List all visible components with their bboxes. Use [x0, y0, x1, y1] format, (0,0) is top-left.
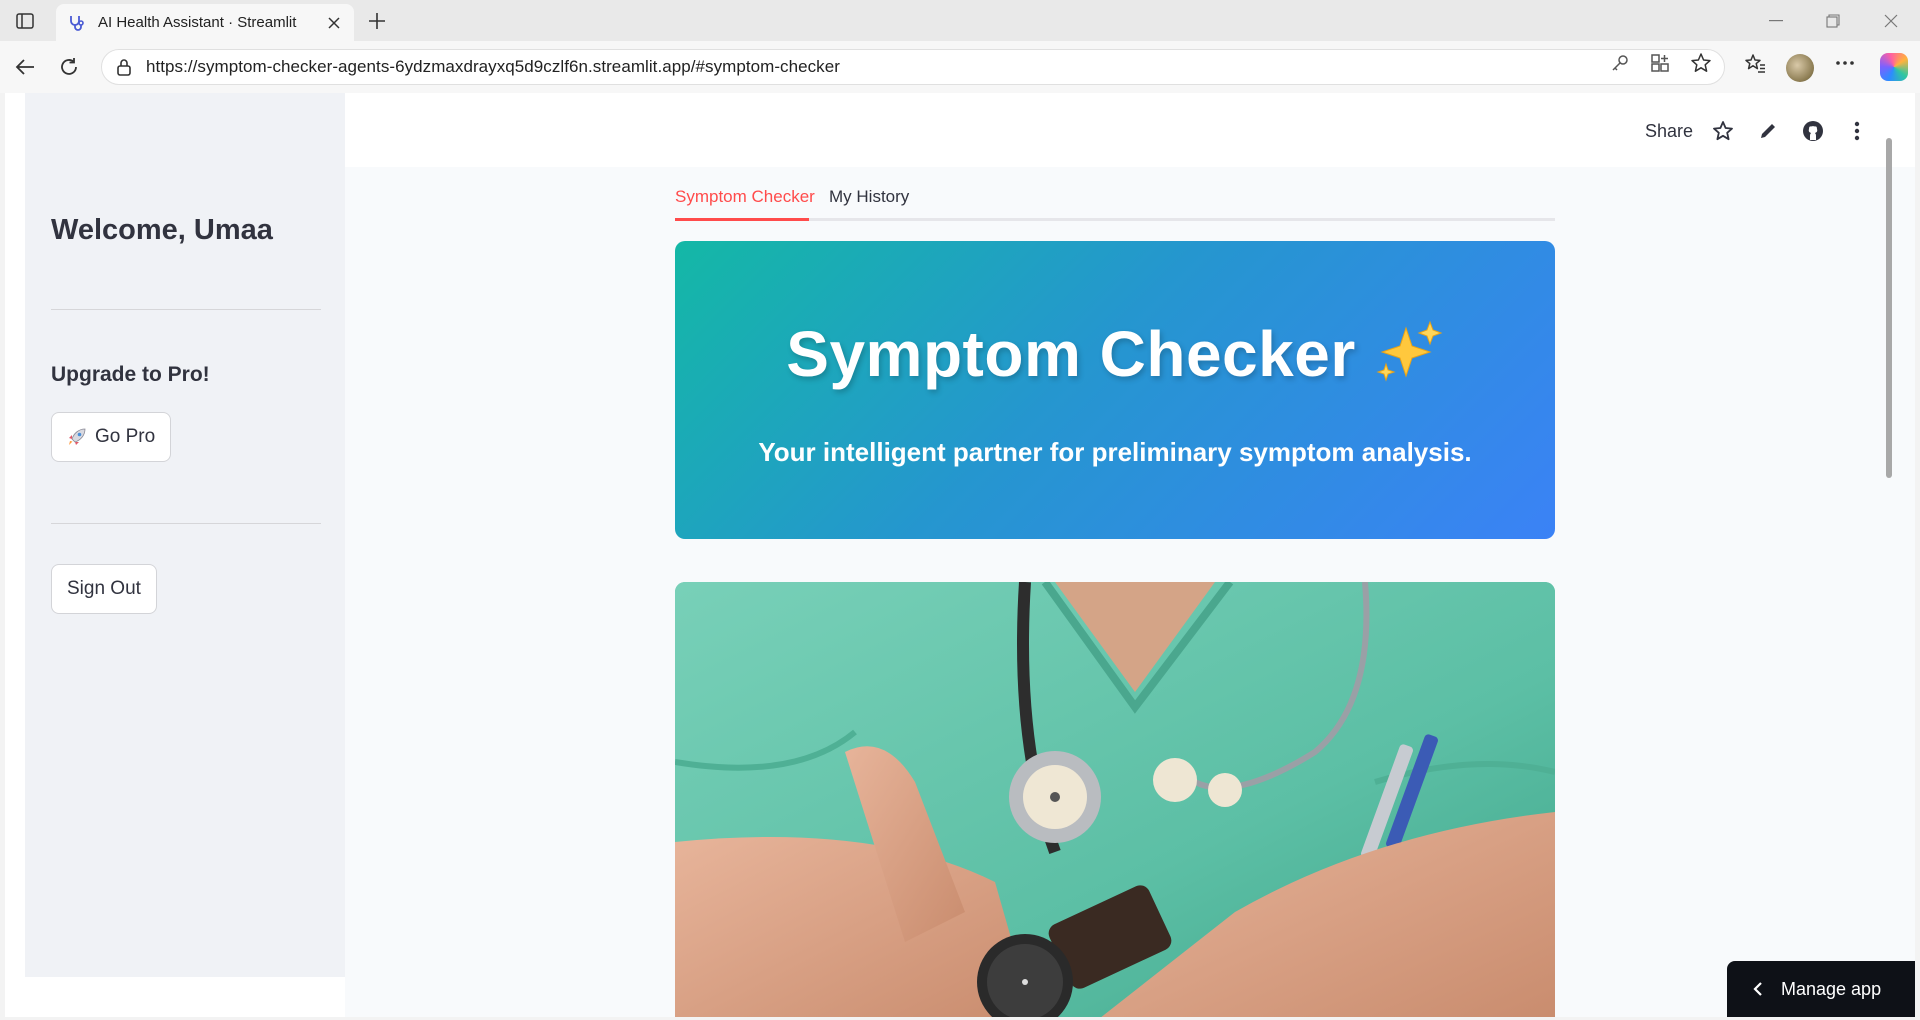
tab-my-history[interactable]: My History: [829, 187, 909, 207]
upgrade-heading: Upgrade to Pro!: [51, 363, 210, 386]
password-key-icon[interactable]: [1607, 50, 1633, 76]
main-menu-kebab-icon[interactable]: [1845, 119, 1869, 143]
tab-symptom-checker[interactable]: Symptom Checker: [675, 187, 815, 207]
site-info-lock-icon[interactable]: [114, 57, 134, 77]
close-tab-icon[interactable]: [324, 13, 344, 33]
sign-out-button[interactable]: Sign Out: [51, 564, 157, 614]
address-bar[interactable]: https://symptom-checker-agents-6ydzmaxdr…: [101, 49, 1725, 85]
edit-pencil-icon[interactable]: [1756, 119, 1780, 143]
apps-grid-icon[interactable]: [1647, 50, 1673, 76]
welcome-heading: Welcome, Umaa: [51, 214, 273, 246]
favorites-list-icon[interactable]: [1742, 50, 1768, 76]
sparkles-icon: [1374, 320, 1444, 399]
hero-banner: Symptom Checker Your intelligent partner…: [675, 241, 1555, 539]
minimize-window-icon[interactable]: [1762, 8, 1790, 34]
sidebar: Welcome, Umaa Upgrade to Pro! Go Pro Sig…: [25, 93, 345, 977]
close-window-icon[interactable]: [1877, 8, 1905, 34]
sign-out-label: Sign Out: [67, 578, 141, 599]
tab-bar: Symptom Checker My History: [675, 181, 1555, 221]
share-button[interactable]: Share: [1645, 121, 1693, 142]
sidebar-divider: [51, 523, 321, 524]
active-tab-indicator: [675, 218, 809, 221]
more-options-icon[interactable]: [1832, 50, 1858, 76]
app-toolbar: Share: [345, 93, 1915, 167]
back-arrow-icon[interactable]: [12, 54, 38, 80]
tab-title: AI Health Assistant · Streamlit: [98, 14, 297, 31]
go-pro-button[interactable]: Go Pro: [51, 412, 172, 462]
profile-avatar[interactable]: [1786, 54, 1814, 82]
star-icon[interactable]: [1711, 119, 1735, 143]
hero-subtitle: Your intelligent partner for preliminary…: [758, 437, 1472, 467]
refresh-icon[interactable]: [56, 54, 82, 80]
browser-nav-bar: https://symptom-checker-agents-6ydzmaxdr…: [0, 41, 1920, 93]
sidebar-divider: [51, 309, 321, 310]
hero-title: Symptom Checker: [786, 318, 1356, 390]
stethoscope-favicon-icon: [66, 13, 86, 33]
restore-window-icon[interactable]: [1819, 8, 1847, 34]
main-content: Symptom Checker My History Symptom Check…: [345, 167, 1915, 1017]
url-text: https://symptom-checker-agents-6ydzmaxdr…: [146, 57, 840, 76]
rocket-icon: [67, 427, 87, 447]
new-tab-icon[interactable]: [365, 9, 389, 33]
hero-title-row: Symptom Checker: [675, 317, 1555, 399]
browser-tab-bar: AI Health Assistant · Streamlit: [0, 0, 1920, 41]
github-icon[interactable]: [1801, 119, 1825, 143]
browser-tab-active[interactable]: AI Health Assistant · Streamlit: [56, 4, 354, 41]
favorite-star-icon[interactable]: [1688, 50, 1714, 76]
chevron-left-icon: [1753, 981, 1763, 997]
tab-actions-icon[interactable]: [12, 8, 38, 34]
manage-app-label: Manage app: [1781, 978, 1882, 999]
manage-app-button[interactable]: Manage app: [1727, 961, 1915, 1017]
streamlit-app: Welcome, Umaa Upgrade to Pro! Go Pro Sig…: [5, 93, 1915, 1017]
scrollbar-thumb[interactable]: [1886, 138, 1892, 478]
doctor-photo: [675, 582, 1555, 1017]
go-pro-label: Go Pro: [95, 426, 156, 447]
copilot-icon[interactable]: [1880, 53, 1908, 81]
